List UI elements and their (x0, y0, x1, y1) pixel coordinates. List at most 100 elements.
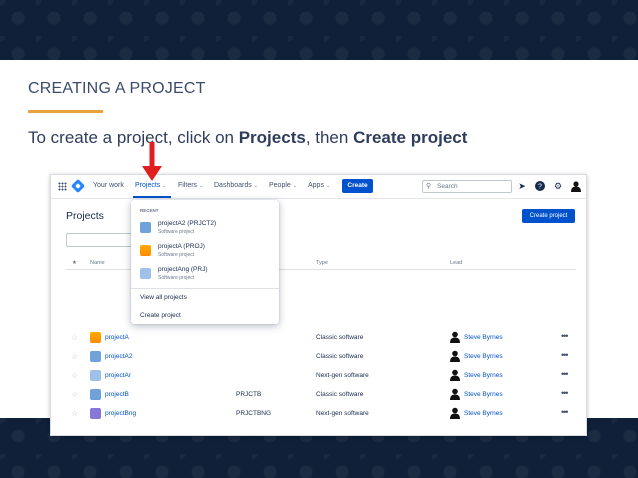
project-type: Next-gen software (316, 410, 369, 417)
nav-dashboards[interactable]: Dashboards ⌄ (214, 182, 258, 189)
more-actions-icon[interactable]: ••• (561, 350, 569, 360)
page-title: Projects (66, 210, 104, 222)
instruction-text: To create a project, click on Projects, … (28, 128, 467, 148)
red-down-arrow-icon (142, 142, 162, 181)
instruction-create-project: Create project (353, 128, 468, 147)
project-name-link[interactable]: projectBng (105, 410, 136, 417)
slide-title: CREATING A PROJECT (28, 80, 206, 97)
project-name-link[interactable]: projectAr (105, 372, 131, 379)
star-icon[interactable]: ☆ (71, 409, 78, 418)
recent-project-subtitle: Software project (158, 252, 195, 258)
project-icon (140, 268, 151, 279)
table-row: ☆ projectA2 Classic software Steve Byrne… (66, 349, 576, 368)
search-input[interactable]: ⚲ Search (422, 180, 512, 193)
recent-project-name: projectA (PROJ) (158, 243, 205, 250)
nav-projects[interactable]: Projects ⌄ (135, 182, 167, 189)
nav-filters[interactable]: Filters ⌄ (178, 182, 203, 189)
view-all-projects-link[interactable]: View all projects (140, 294, 187, 301)
jira-screenshot: Your work Projects ⌄ Filters ⌄ Dashboards ⌄… (50, 174, 587, 436)
nav-apps[interactable]: Apps ⌄ (308, 182, 330, 189)
lead-name-link[interactable]: Steve Byrnes (464, 410, 503, 417)
project-type: Classic software (316, 391, 364, 398)
projects-dropdown-menu: RECENT projectA2 (PRJCT2) Software proje… (131, 200, 279, 324)
project-icon (90, 370, 101, 381)
recent-project-subtitle: Software project (158, 229, 195, 235)
more-actions-icon[interactable]: ••• (561, 388, 569, 398)
grid-icon[interactable] (58, 182, 67, 191)
instruction-mid: , then (305, 128, 354, 147)
slide: CREATING A PROJECT To create a project, … (0, 60, 638, 436)
chevron-down-icon: ⌄ (325, 183, 331, 189)
chevron-down-icon: ⌄ (162, 183, 167, 189)
search-icon: ⚲ (426, 183, 432, 190)
rocket-icon[interactable]: ➤ (517, 181, 527, 191)
nav-your-work[interactable]: Your work (93, 182, 124, 189)
lead-name-link[interactable]: Steve Byrnes (464, 353, 503, 360)
more-actions-icon[interactable]: ••• (561, 369, 569, 379)
title-underline (28, 110, 103, 113)
star-icon[interactable]: ☆ (71, 371, 78, 380)
project-name-link[interactable]: projectA (105, 334, 129, 341)
top-navigation: Your work Projects ⌄ Filters ⌄ Dashboards ⌄… (51, 175, 586, 199)
nav-your-work-label: Your work (93, 182, 124, 189)
recent-section-label: RECENT (140, 208, 159, 213)
lead-avatar-icon (450, 388, 460, 400)
more-actions-icon[interactable]: ••• (561, 331, 569, 341)
table-row: ☆ projectA Classic software Steve Byrnes… (66, 330, 576, 349)
table-row: ☆ projectBng PRJCTBNG Next-gen software … (66, 406, 576, 425)
project-type: Classic software (316, 334, 364, 341)
create-project-button[interactable]: Create project (522, 209, 575, 223)
lead-name-link[interactable]: Steve Byrnes (464, 391, 503, 398)
project-icon (90, 408, 101, 419)
recent-project-item[interactable]: projectAng (PRJ) Software project (140, 265, 270, 285)
star-icon[interactable]: ☆ (71, 333, 78, 342)
nav-dashboards-label: Dashboards (214, 182, 252, 189)
project-icon (90, 332, 101, 343)
project-type: Next-gen software (316, 372, 369, 379)
lead-avatar-icon (450, 369, 460, 381)
search-placeholder: Search (437, 183, 458, 190)
instruction-pre: To create a project, click on (28, 128, 239, 147)
project-icon (140, 245, 151, 256)
recent-project-item[interactable]: projectA (PROJ) Software project (140, 242, 270, 262)
recent-project-item[interactable]: projectA2 (PRJCT2) Software project (140, 219, 270, 239)
nav-apps-label: Apps (308, 182, 324, 189)
lead-avatar-icon (450, 407, 460, 419)
avatar-icon[interactable] (571, 181, 581, 192)
project-name-link[interactable]: projectA2 (105, 353, 132, 360)
nav-people[interactable]: People ⌄ (269, 182, 297, 189)
project-key: PRJCTBNG (236, 410, 272, 417)
svg-text:?: ? (538, 184, 542, 191)
table-row: ☆ projectAr Next-gen software Steve Byrn… (66, 368, 576, 387)
star-icon[interactable]: ☆ (71, 352, 78, 361)
nav-projects-underline (133, 196, 171, 198)
project-icon (90, 351, 101, 362)
type-column-header: Type (316, 260, 328, 266)
chevron-down-icon: ⌄ (199, 183, 204, 189)
nav-projects-label: Projects (135, 182, 161, 189)
dropdown-divider (131, 288, 279, 289)
lead-name-link[interactable]: Steve Byrnes (464, 334, 503, 341)
more-actions-icon[interactable]: ••• (561, 407, 569, 417)
recent-project-name: projectAng (PRJ) (158, 266, 208, 273)
project-filter-input[interactable] (66, 233, 136, 247)
project-key: PRJCTB (236, 391, 262, 398)
table-row: ☆ projectB PRJCTB Classic software Steve… (66, 387, 576, 406)
jira-logo-icon[interactable] (70, 178, 86, 194)
lead-name-link[interactable]: Steve Byrnes (464, 372, 503, 379)
star-column-header: ★ (72, 260, 77, 266)
chevron-down-icon: ⌄ (292, 183, 297, 189)
instruction-projects: Projects (238, 128, 306, 147)
gear-icon[interactable]: ⚙ (553, 181, 563, 191)
lead-avatar-icon (450, 350, 460, 362)
name-column-header[interactable]: Name (90, 260, 105, 266)
chevron-down-icon: ⌄ (253, 183, 258, 189)
create-project-menu-item[interactable]: Create project (140, 312, 181, 319)
project-name-link[interactable]: projectB (105, 391, 129, 398)
star-icon[interactable]: ☆ (71, 390, 78, 399)
help-icon[interactable]: ? (535, 181, 545, 191)
background-band-top (0, 0, 638, 60)
nav-filters-label: Filters (178, 182, 198, 189)
project-type: Classic software (316, 353, 364, 360)
create-button[interactable]: Create (342, 179, 373, 193)
